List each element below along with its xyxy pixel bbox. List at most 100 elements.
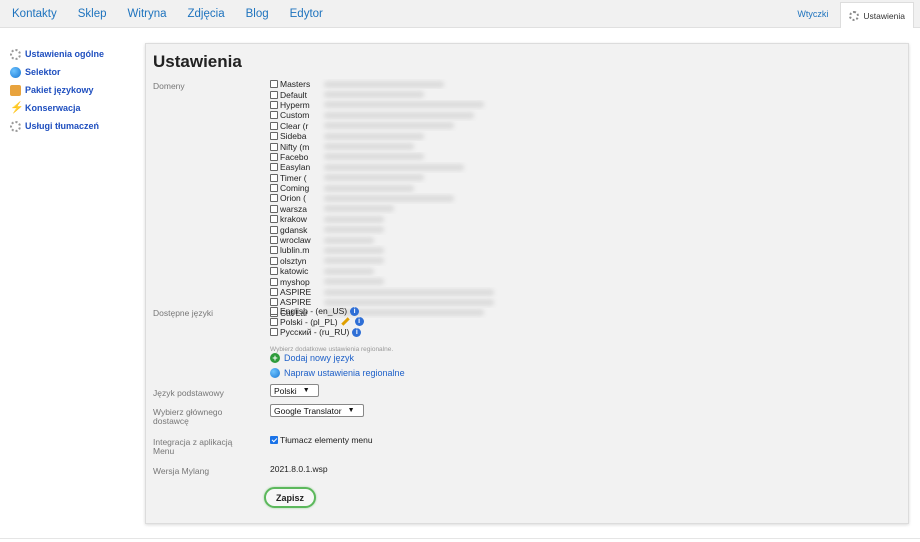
redacted-text [324,298,494,306]
redacted-text [324,132,424,140]
sidebar-item-language-pack[interactable]: Pakiet językowy [10,81,140,99]
nav-shop[interactable]: Sklep [78,8,107,20]
domain-option[interactable]: katowic [270,266,500,276]
checkbox[interactable] [270,204,278,213]
domain-option[interactable]: myshop [270,276,500,287]
domain-option[interactable]: Default [270,89,500,100]
checkbox[interactable] [270,132,278,141]
sidebar-item-selector[interactable]: Selektor [10,63,140,81]
nav-contacts[interactable]: Kontakty [12,8,57,20]
checkbox[interactable] [270,225,278,234]
chevron-down-icon: ▼ [302,387,310,394]
fix-regional-link[interactable]: Napraw ustawienia regionalne [270,368,405,378]
sidebar: Ustawienia ogólne Selektor Pakiet języko… [10,45,140,135]
page-title: Ustawienia [153,52,242,71]
redacted-text [324,101,484,109]
checkbox[interactable] [270,246,278,255]
checkbox[interactable] [270,121,278,130]
domain-option[interactable]: olsztyn [270,256,500,266]
domain-option[interactable]: gdansk [270,224,500,235]
checkbox[interactable] [270,152,278,161]
language-option[interactable]: Русский - (ru_RU) i [270,327,364,338]
domain-name: Hyperm [280,99,310,110]
domain-option[interactable]: lublin.m [270,245,500,255]
checkbox[interactable] [270,317,278,326]
checkbox[interactable] [270,184,278,193]
info-icon[interactable]: i [350,306,360,316]
domain-name: Masters [280,79,311,90]
redacted-text [324,205,394,213]
domain-option[interactable]: Orion ( [270,193,500,203]
integration-option[interactable]: Tłumacz elementy menu [270,435,373,445]
checkbox[interactable] [270,142,278,151]
domain-name: Timer ( [280,172,307,183]
save-button[interactable]: Zapisz [264,487,316,508]
top-right: Wtyczki Ustawienia [797,0,920,28]
version-value: 2021.8.0.1.wsp [270,464,328,474]
nav-editor[interactable]: Edytor [290,8,323,20]
domain-option[interactable]: ASPIRE [270,287,500,297]
domain-option[interactable]: Timer ( [270,173,500,183]
checkbox[interactable] [270,111,278,120]
globe-icon [10,66,21,78]
checkbox[interactable] [270,277,278,286]
version-label: Wersja Mylang [153,466,210,476]
provider-select[interactable]: Google Translator ▼ [270,404,364,417]
checkbox[interactable] [270,80,278,89]
info-icon[interactable]: i [352,327,362,337]
checkbox[interactable] [270,173,278,182]
domain-option[interactable]: Masters [270,79,500,89]
sidebar-item-label: Ustawienia ogólne [25,49,105,59]
nav-photos[interactable]: Zdjęcia [188,8,225,20]
sidebar-item-translation-services[interactable]: Usługi tłumaczeń [10,117,140,135]
domain-option[interactable]: krakow [270,214,500,224]
domain-name: Facebo [280,151,309,162]
domain-option[interactable]: Nifty (m [270,141,500,152]
sidebar-item-maintenance[interactable]: ⚡ Konserwacja [10,99,140,117]
add-language-link[interactable]: + Dodaj nowy język [270,353,354,363]
fix-regional-label: Napraw ustawienia regionalne [284,368,405,378]
domain-option[interactable]: wroclaw [270,235,500,245]
base-language-select[interactable]: Polski ▼ [270,384,319,397]
settings-tab[interactable]: Ustawienia [840,2,914,28]
integration-option-label: Tłumacz elementy menu [280,435,373,445]
nav-site[interactable]: Witryna [128,8,167,20]
domain-option[interactable]: Easylan [270,162,500,172]
checkbox[interactable] [270,288,278,296]
redacted-text [324,194,454,202]
checkbox[interactable] [270,256,278,265]
domain-name: olsztyn [280,255,307,266]
checkbox[interactable] [270,267,278,276]
settings-tab-label: Ustawienia [863,10,905,21]
domain-option[interactable]: Clear (r [270,121,500,131]
nav-blog[interactable]: Blog [246,8,269,20]
checkbox-checked[interactable] [270,436,278,444]
domain-option[interactable]: Custom [270,110,500,120]
domain-name: Coming [280,183,310,194]
checkbox[interactable] [270,215,278,224]
language-option[interactable]: English - (en_US) i [270,306,364,317]
checkbox[interactable] [270,307,278,316]
domain-list: Masters Default Hyperm Custom Clear (r Sideba… [270,79,500,318]
provider-value: Google Translator [274,405,342,416]
redacted-text [324,153,424,161]
sidebar-item-general-settings[interactable]: Ustawienia ogólne [10,45,140,63]
domain-option[interactable]: Coming [270,183,500,193]
checkbox[interactable] [270,100,278,109]
domain-option[interactable]: Sideba [270,131,500,141]
domain-option[interactable]: Facebo [270,152,500,162]
domains-label: Domeny [153,81,185,91]
checkbox[interactable] [270,236,278,245]
checkbox[interactable] [270,90,278,99]
plugins-link[interactable]: Wtyczki [797,9,828,19]
base-language-value: Polski [274,385,297,396]
info-icon[interactable]: i [354,317,364,327]
pencil-icon[interactable] [340,317,350,326]
domain-option[interactable]: warsza [270,204,500,214]
checkbox[interactable] [270,328,278,337]
checkbox[interactable] [270,194,278,203]
domain-option[interactable]: Hyperm [270,100,500,110]
language-option[interactable]: Polski - (pl_PL) i [270,317,364,328]
checkbox[interactable] [270,163,278,172]
add-language-label: Dodaj nowy język [284,353,355,363]
